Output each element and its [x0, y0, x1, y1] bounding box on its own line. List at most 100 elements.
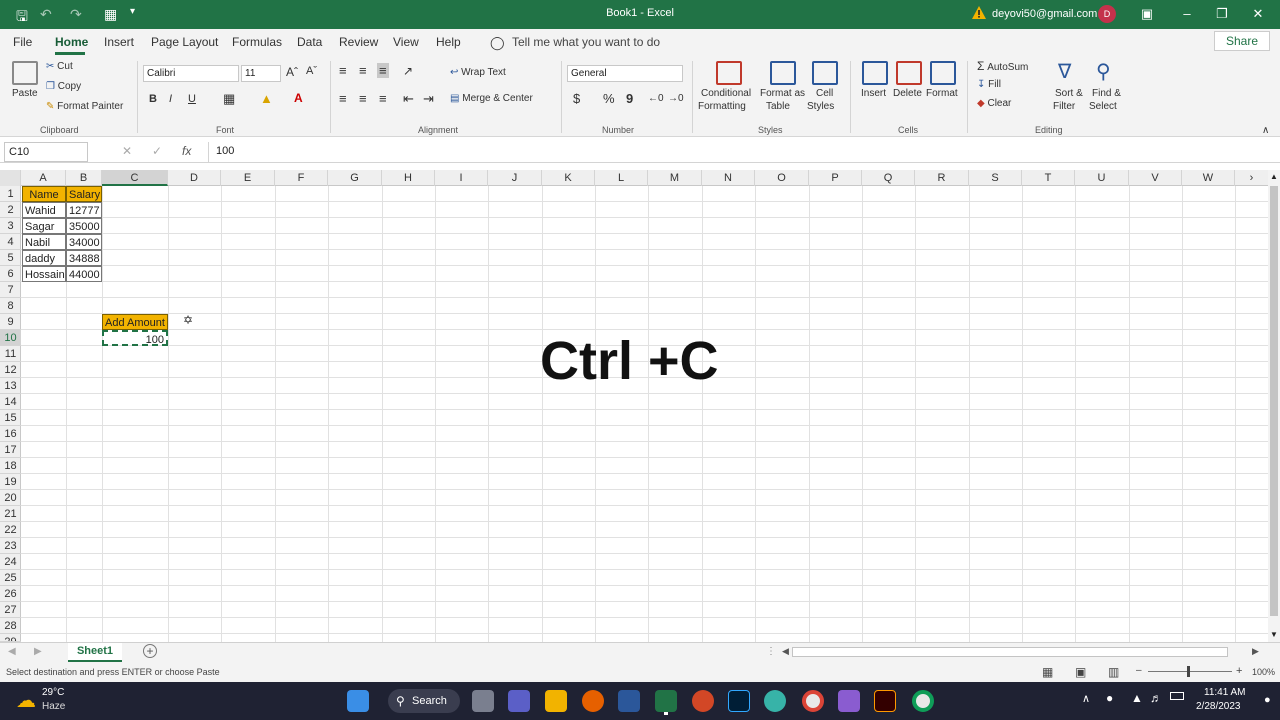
- cancel-icon[interactable]: ✕: [122, 144, 132, 158]
- column-header[interactable]: U: [1075, 170, 1129, 186]
- delete-cells-icon[interactable]: [896, 61, 922, 85]
- zoom-out-icon[interactable]: –: [1136, 665, 1142, 676]
- row-header[interactable]: 3: [0, 218, 21, 234]
- column-header[interactable]: E: [221, 170, 275, 186]
- percent-button[interactable]: %: [603, 91, 615, 106]
- next-sheet-icon[interactable]: ▶: [34, 646, 42, 657]
- column-header[interactable]: G: [328, 170, 382, 186]
- scroll-columns-icon[interactable]: ›: [1235, 170, 1268, 186]
- conditional-formatting-label2[interactable]: Formatting: [698, 101, 746, 112]
- start-icon[interactable]: [347, 690, 369, 712]
- row-header[interactable]: 6: [0, 266, 21, 282]
- cut-button[interactable]: ✂ Cut: [46, 61, 73, 72]
- weather-icon[interactable]: ☁: [16, 688, 36, 713]
- collapse-ribbon-icon[interactable]: ∧: [1262, 125, 1269, 136]
- insert-function-icon[interactable]: fx: [182, 144, 191, 158]
- tab-formulas[interactable]: Formulas: [232, 35, 282, 49]
- column-header[interactable]: C: [102, 170, 168, 186]
- row-header[interactable]: 24: [0, 554, 21, 570]
- sort-filter-icon[interactable]: ∇: [1058, 59, 1071, 84]
- teams-icon[interactable]: [508, 690, 530, 712]
- task-view-icon[interactable]: [472, 690, 494, 712]
- cell-a4[interactable]: Nabil: [22, 234, 66, 250]
- column-header[interactable]: W: [1182, 170, 1235, 186]
- row-header[interactable]: 1: [0, 186, 21, 202]
- cell-c9[interactable]: Add Amount: [102, 314, 168, 330]
- format-as-table-label2[interactable]: Table: [766, 101, 790, 112]
- increase-decimal-icon[interactable]: ←0: [648, 93, 664, 104]
- find-select-icon[interactable]: ⚲: [1096, 59, 1111, 84]
- column-header[interactable]: N: [702, 170, 755, 186]
- format-cells-button[interactable]: Format: [926, 88, 958, 99]
- cell-c10[interactable]: 100: [102, 330, 168, 346]
- row-header[interactable]: 26: [0, 586, 21, 602]
- normal-view-icon[interactable]: ▦: [1042, 665, 1053, 679]
- enter-icon[interactable]: ✓: [152, 144, 162, 158]
- fill-color-icon[interactable]: ▲: [260, 91, 273, 106]
- weather-condition[interactable]: Haze: [42, 701, 65, 712]
- column-header[interactable]: R: [915, 170, 969, 186]
- tray-overflow-icon[interactable]: ∧: [1082, 692, 1090, 705]
- font-size-select[interactable]: 11: [241, 65, 281, 82]
- battery-icon[interactable]: [1170, 692, 1184, 700]
- column-header[interactable]: M: [648, 170, 702, 186]
- cell-styles-icon[interactable]: [812, 61, 838, 85]
- insert-cells-icon[interactable]: [862, 61, 888, 85]
- clock-time[interactable]: 11:41 AM: [1204, 687, 1246, 698]
- clock-date[interactable]: 2/28/2023: [1196, 701, 1241, 712]
- word-icon[interactable]: [618, 690, 640, 712]
- decrease-indent-icon[interactable]: ⇤: [403, 91, 414, 107]
- row-header[interactable]: 10: [0, 330, 21, 346]
- align-left-icon[interactable]: ≡: [339, 91, 347, 106]
- row-header[interactable]: 11: [0, 346, 21, 362]
- clipchamp-icon[interactable]: [838, 690, 860, 712]
- taskbar-search[interactable]: ⚲ Search: [388, 689, 460, 713]
- row-header[interactable]: 9: [0, 314, 21, 330]
- powerpoint-icon[interactable]: [692, 690, 714, 712]
- h-scroll-options-icon[interactable]: ⋮: [766, 646, 776, 657]
- scroll-thumb[interactable]: [1270, 186, 1278, 616]
- tab-review[interactable]: Review: [339, 35, 378, 49]
- align-center-icon[interactable]: ≡: [359, 91, 367, 106]
- column-header[interactable]: L: [595, 170, 648, 186]
- row-header[interactable]: 7: [0, 282, 21, 298]
- wrap-text-button[interactable]: ↩ Wrap Text: [450, 67, 506, 78]
- row-header[interactable]: 4: [0, 234, 21, 250]
- cell-b2[interactable]: 12777: [66, 202, 102, 218]
- edge-icon[interactable]: [764, 690, 786, 712]
- sheet-tab-sheet1[interactable]: Sheet1: [68, 643, 122, 662]
- formula-input[interactable]: 100: [208, 142, 1274, 162]
- column-header[interactable]: S: [969, 170, 1022, 186]
- page-break-view-icon[interactable]: ▥: [1108, 665, 1119, 679]
- customize-qat-icon[interactable]: ▾: [130, 6, 135, 17]
- share-button[interactable]: Share: [1214, 31, 1270, 51]
- excel-icon[interactable]: [655, 690, 677, 712]
- delete-cells-button[interactable]: Delete: [893, 88, 922, 99]
- account-email[interactable]: deyovi50@gmail.com: [992, 8, 1097, 20]
- decrease-decimal-icon[interactable]: →0: [668, 93, 684, 104]
- format-as-table-label1[interactable]: Format as: [760, 88, 805, 99]
- decrease-font-icon[interactable]: Aˇ: [306, 65, 317, 77]
- zoom-in-icon[interactable]: +: [1236, 665, 1242, 677]
- paste-button[interactable]: Paste: [12, 88, 38, 99]
- column-header[interactable]: V: [1129, 170, 1182, 186]
- cell-b1[interactable]: Salary: [66, 186, 102, 202]
- row-header[interactable]: 17: [0, 442, 21, 458]
- vertical-scrollbar[interactable]: ▲ ▼: [1268, 170, 1280, 642]
- format-as-table-icon[interactable]: [770, 61, 796, 85]
- conditional-formatting-icon[interactable]: [716, 61, 742, 85]
- cell-b4[interactable]: 34000: [66, 234, 102, 250]
- row-header[interactable]: 21: [0, 506, 21, 522]
- cell-styles-label1[interactable]: Cell: [816, 88, 833, 99]
- align-right-icon[interactable]: ≡: [379, 91, 387, 106]
- font-color-icon[interactable]: A: [294, 91, 303, 105]
- autosum-button[interactable]: Σ AutoSum: [977, 59, 1028, 73]
- align-middle-icon[interactable]: ≡: [359, 63, 367, 78]
- column-header[interactable]: P: [809, 170, 862, 186]
- scroll-up-icon[interactable]: ▲: [1270, 172, 1278, 181]
- cell-a6[interactable]: Hossain: [22, 266, 66, 282]
- cell-a5[interactable]: daddy: [22, 250, 66, 266]
- font-name-select[interactable]: Calibri: [143, 65, 239, 82]
- add-sheet-icon[interactable]: +: [143, 644, 157, 658]
- restore-icon[interactable]: ❐: [1207, 4, 1237, 24]
